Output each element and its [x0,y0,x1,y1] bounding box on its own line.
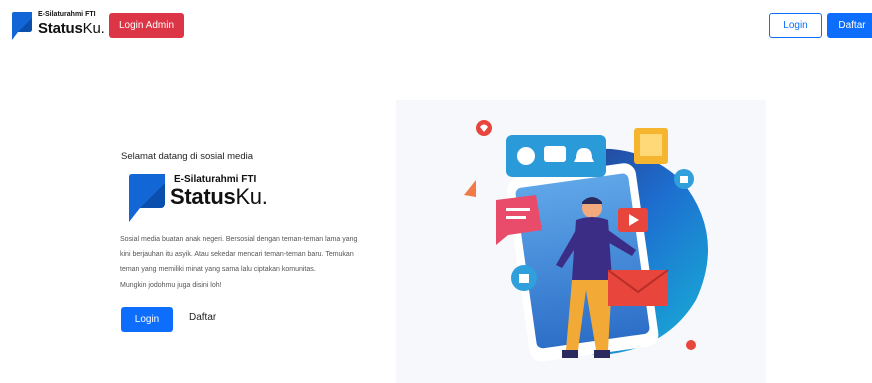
thumbs-up-icon [511,265,537,291]
hero-description: Sosial media buatan anak negeri. Bersosi… [120,232,357,293]
description-line: Sosial media buatan anak negeri. Bersosi… [120,236,358,243]
description-line: teman yang memiliki minat yang sama lalu… [120,266,316,274]
hero-greeting: Selamat datang di sosial media [121,151,254,162]
brand-subtitle: E-Silaturahmi FTI [38,11,96,18]
social-bar [506,135,606,177]
image-icon [634,128,668,164]
statusku-logo-icon [12,12,32,40]
navbar-brand[interactable]: E-Silaturahmi FTI StatusKu. [10,9,110,43]
login-admin-button[interactable]: Login Admin [109,13,184,38]
description-line: kini berjauhan itu asyik. Atau sekedar m… [120,251,354,259]
hero-register-link[interactable]: Daftar [189,312,216,323]
brand-name: StatusKu. [38,20,105,37]
heart-icon [476,120,492,136]
statusku-logo-icon [129,174,165,222]
social-media-illustration [396,100,766,383]
hero-logo-name: StatusKu. [170,184,268,209]
thumbs-up-icon [674,169,694,189]
video-play-icon [618,208,648,232]
register-button[interactable]: Daftar [827,13,872,38]
dot-icon [686,340,696,350]
login-button[interactable]: Login [769,13,822,38]
hero-login-button[interactable]: Login [121,307,173,332]
description-line: Mungkin jodohmu juga disini loh! [120,281,222,289]
mail-icon [607,269,669,306]
